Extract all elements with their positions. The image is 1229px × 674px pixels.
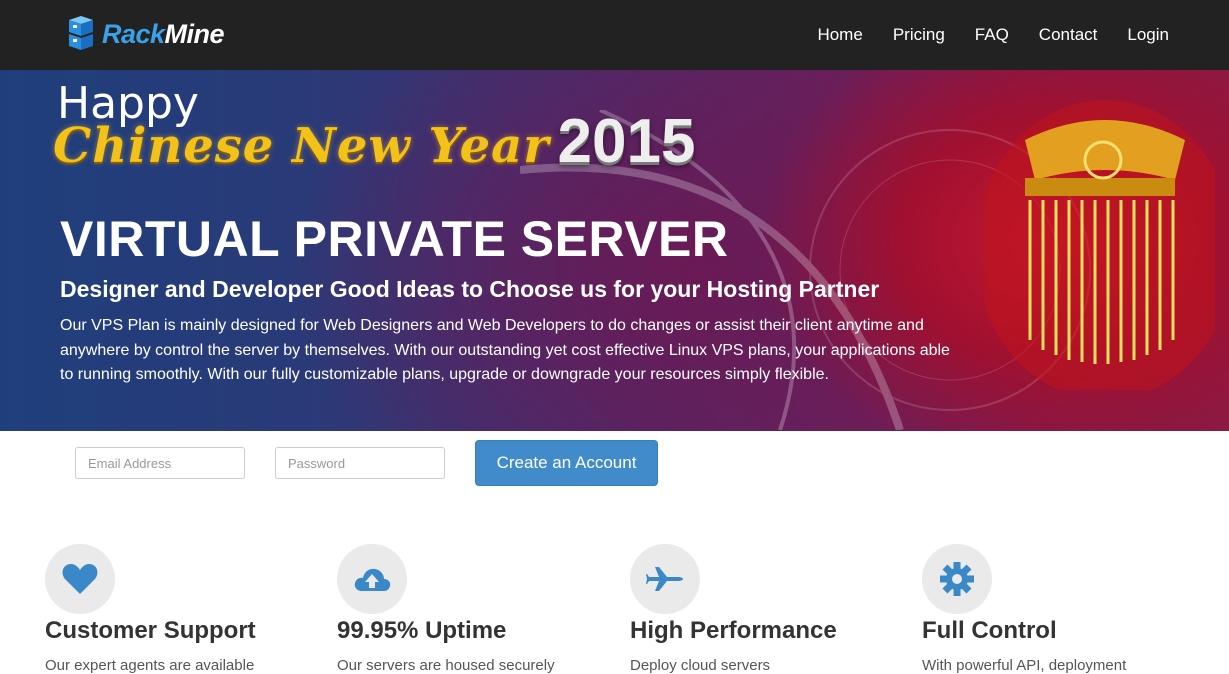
nav-faq[interactable]: FAQ — [975, 25, 1009, 45]
lantern-icon — [985, 100, 1215, 390]
nav-home[interactable]: Home — [817, 25, 862, 45]
feature-title: Full Control — [922, 617, 1057, 644]
heart-icon — [62, 564, 98, 594]
brand-name-part2: Mine — [164, 18, 225, 49]
gear-icon — [940, 562, 974, 596]
brand-logo[interactable]: RackMine — [66, 15, 225, 53]
feature-icon-circle — [922, 544, 992, 614]
nav-pricing[interactable]: Pricing — [893, 25, 945, 45]
feature-text: Deploy cloud servers — [630, 657, 771, 674]
hero-year: 2015 — [557, 107, 696, 176]
password-input[interactable] — [275, 447, 445, 479]
feature-title: High Performance — [630, 617, 837, 644]
signup-form: Create an Account — [0, 431, 1229, 501]
email-input[interactable] — [75, 447, 245, 479]
feature-customer-support: Customer Support Our expert agents are a… — [45, 544, 305, 674]
main-nav: Home Pricing FAQ Contact Login — [787, 0, 1169, 70]
create-account-button[interactable]: Create an Account — [475, 440, 658, 486]
nav-login[interactable]: Login — [1127, 25, 1169, 45]
feature-text: With powerful API, deployment — [922, 657, 1127, 674]
feature-text: Our expert agents are available — [45, 657, 255, 674]
hero-cny-text: Chinese New Year — [53, 118, 550, 174]
nav-contact[interactable]: Contact — [1039, 25, 1098, 45]
feature-uptime: 99.95% Uptime Our servers are housed sec… — [337, 544, 597, 674]
feature-full-control: Full Control With powerful API, deployme… — [922, 544, 1182, 674]
feature-icon-circle — [630, 544, 700, 614]
hero-description: Our VPS Plan is mainly designed for Web … — [60, 317, 950, 383]
hero-subtitle: Designer and Developer Good Ideas to Cho… — [60, 276, 880, 302]
cloud-upload-icon — [354, 568, 391, 591]
feature-title: Customer Support — [45, 617, 256, 644]
hero-title: VIRTUAL PRIVATE SERVER — [60, 211, 729, 267]
feature-title: 99.95% Uptime — [337, 617, 507, 644]
hero-banner: Happy Chinese New Year 2015 VIRTUAL PRIV… — [0, 70, 1229, 431]
feature-text: Our servers are housed securely — [337, 657, 555, 674]
feature-high-performance: High Performance Deploy cloud servers — [630, 544, 890, 674]
feature-icon-circle — [337, 544, 407, 614]
brand-name-part1: Rack — [102, 18, 165, 49]
fighter-jet-icon — [646, 567, 683, 591]
hero-cny-row: Chinese New Year 2015 — [53, 106, 695, 177]
brand-name: RackMine — [102, 18, 225, 50]
rackmine-logo-icon — [69, 16, 93, 50]
feature-icon-circle — [45, 544, 115, 614]
navbar: RackMine Home Pricing FAQ Contact Login — [0, 0, 1229, 70]
